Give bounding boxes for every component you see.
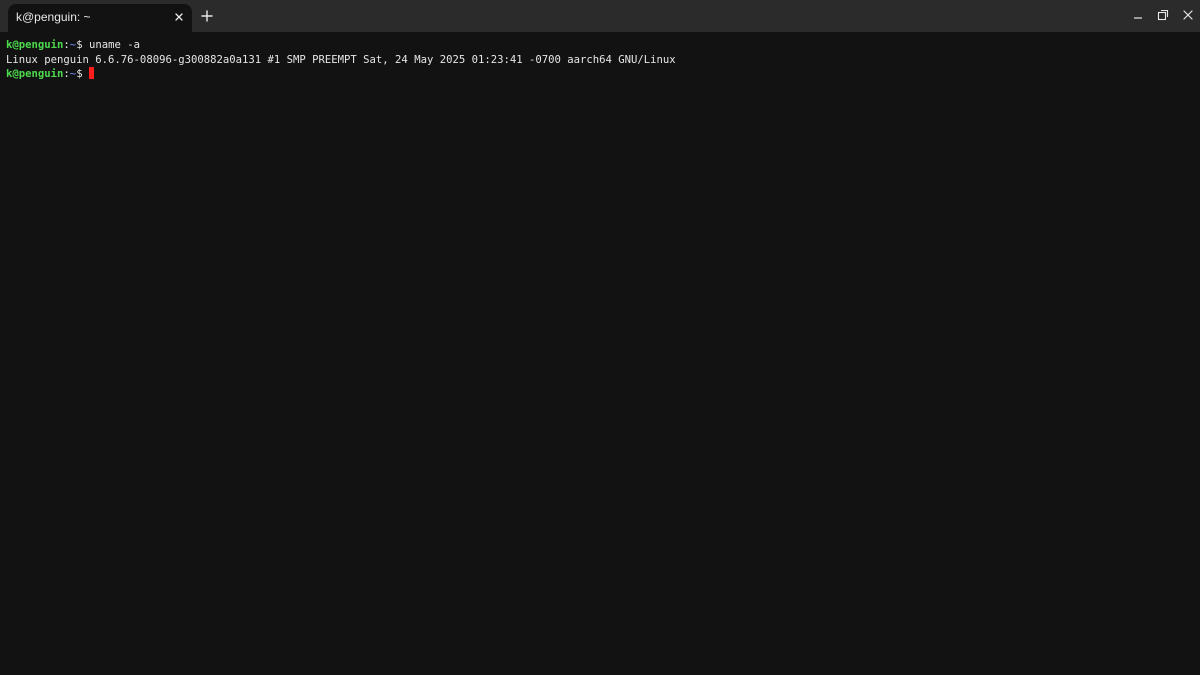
- terminal-output[interactable]: k@penguin:~$ uname -a Linux penguin 6.6.…: [0, 32, 1200, 675]
- command-text: uname -a: [82, 39, 140, 51]
- output-line: Linux penguin 6.6.76-08096-g300882a0a131…: [6, 53, 676, 66]
- terminal-tab[interactable]: k@penguin: ~: [8, 4, 192, 32]
- title-bar: k@penguin: ~: [0, 0, 1200, 32]
- prompt-user: k@penguin: [6, 39, 64, 51]
- terminal-window: k@penguin: ~ k@penguin:~$ uname -a Linux…: [0, 0, 1200, 675]
- restore-icon[interactable]: [1156, 8, 1170, 22]
- tab-title: k@penguin: ~: [16, 10, 91, 24]
- prompt-line: k@penguin:~$: [6, 67, 94, 82]
- close-icon[interactable]: [1181, 8, 1195, 22]
- prompt-user: k@penguin: [6, 68, 64, 80]
- prompt-line: k@penguin:~$ uname -a: [6, 38, 140, 53]
- minimize-icon[interactable]: [1131, 8, 1145, 22]
- prompt-symbol: $: [76, 68, 83, 80]
- text-cursor[interactable]: [88, 67, 94, 79]
- plus-icon[interactable]: [199, 8, 215, 24]
- close-icon[interactable]: [173, 11, 185, 23]
